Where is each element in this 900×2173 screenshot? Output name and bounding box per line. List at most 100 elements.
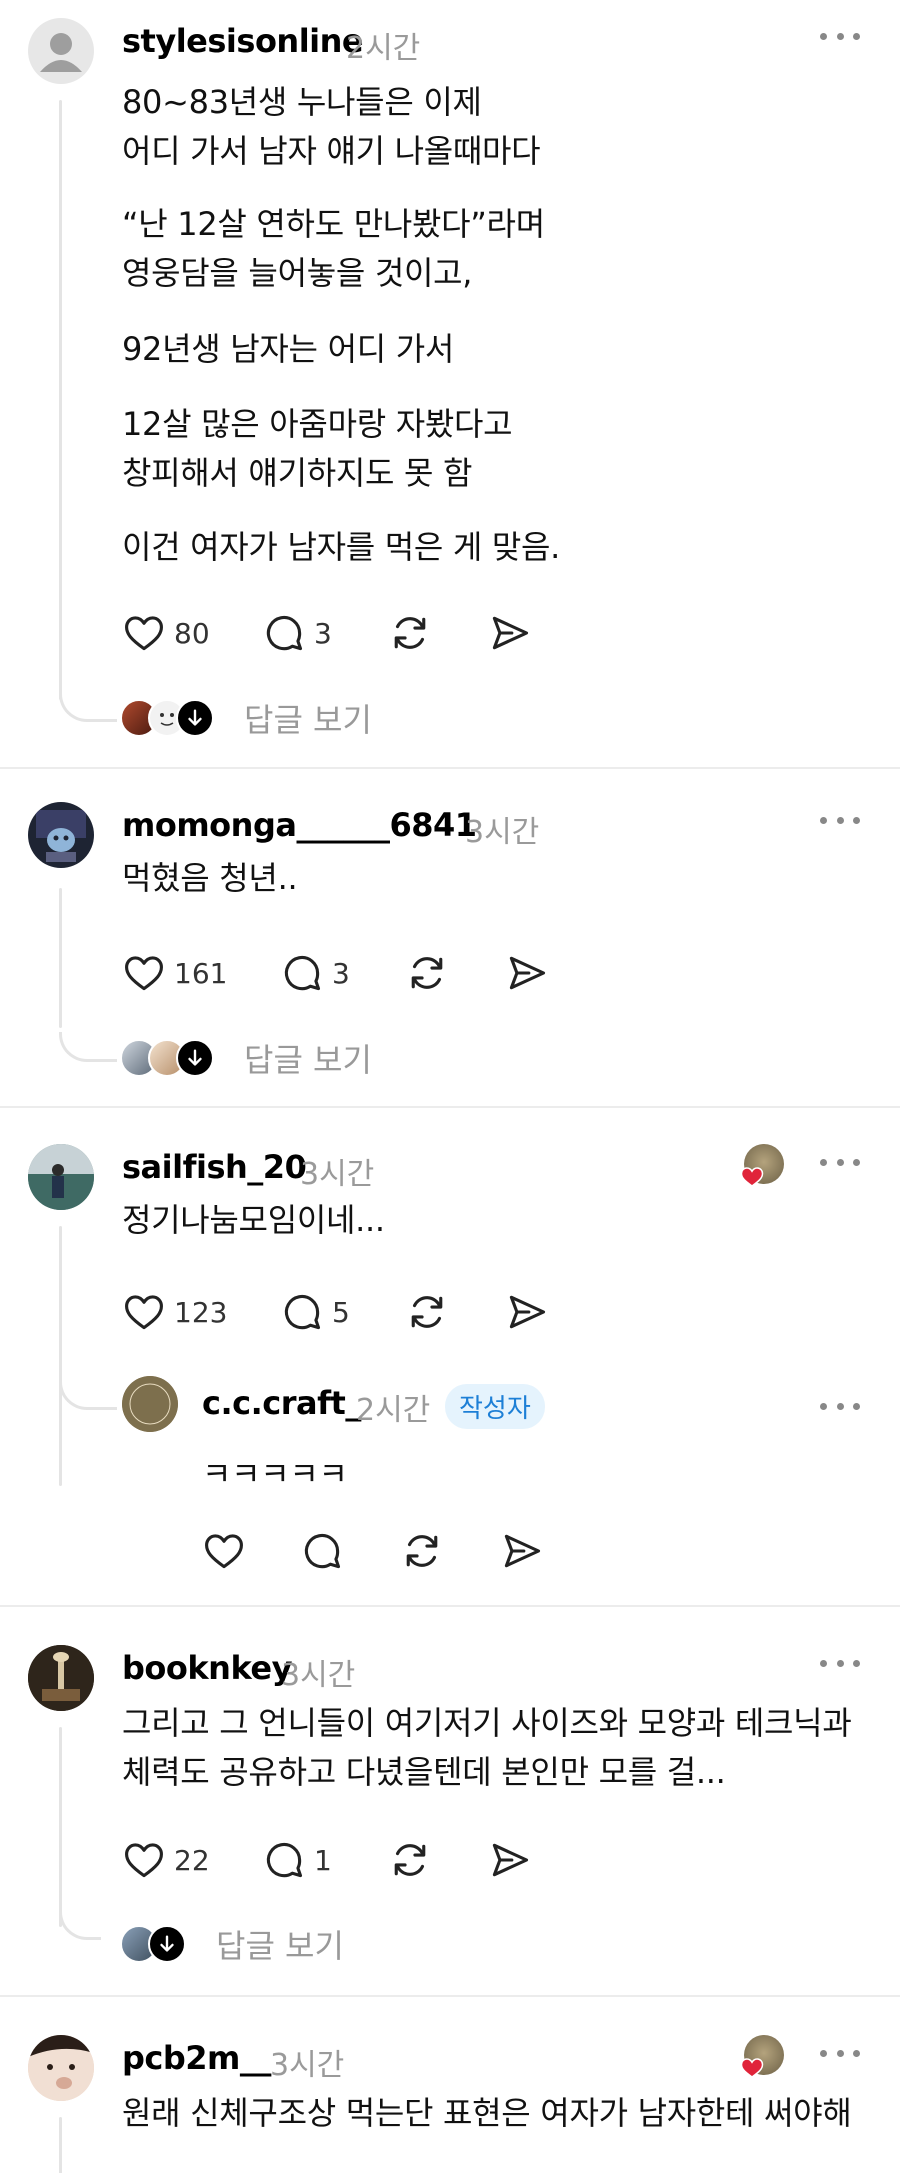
send-icon xyxy=(504,1534,541,1568)
reply-text: ㅋㅋㅋㅋㅋ xyxy=(202,1455,348,1493)
like-count: 80 xyxy=(174,616,210,650)
username[interactable]: sailfish_20 xyxy=(122,1148,307,1186)
reply-author-avatar[interactable] xyxy=(122,1376,178,1432)
arrow-down-icon xyxy=(188,1049,202,1066)
more-options-button[interactable] xyxy=(820,2043,860,2063)
share-button[interactable] xyxy=(505,1288,549,1336)
more-options-button[interactable] xyxy=(820,810,860,830)
thread-line xyxy=(59,100,62,700)
reply-username[interactable]: c.c.craft_ xyxy=(202,1384,361,1422)
more-dots-icon xyxy=(820,1659,827,1667)
post-text: 80~83년생 누나들은 이제 어디 가서 남자 얘기 나올때마다 xyxy=(122,83,541,170)
speech-bubble-icon xyxy=(266,615,303,651)
more-options-button[interactable] xyxy=(820,26,860,46)
username[interactable]: pcb2m__ xyxy=(122,2039,271,2077)
profile-picture xyxy=(28,1144,94,1210)
username[interactable]: momonga______6841 xyxy=(122,806,477,844)
post-text: 먹혔음 청년.. xyxy=(122,859,298,897)
view-replies-button[interactable]: 답글 보기 xyxy=(120,1036,372,1080)
more-dots-icon xyxy=(820,816,827,824)
reply-more-button xyxy=(148,1925,186,1963)
avatar[interactable] xyxy=(28,802,94,868)
more-dots-icon xyxy=(820,32,827,40)
send-icon xyxy=(509,1295,546,1329)
view-replies-button[interactable]: 답글 보기 xyxy=(120,1922,344,1966)
heart-outline-icon xyxy=(125,956,163,991)
post-text: 정기나눔모임이네... xyxy=(122,1201,385,1239)
comment-count: 5 xyxy=(332,1295,350,1329)
more-options-button[interactable] xyxy=(820,1396,860,1416)
reply-action-bar xyxy=(202,1527,562,1575)
post-text: “난 12살 연하도 만나봤다”라며 영웅담을 늘어놓을 것이고, xyxy=(122,205,545,292)
repost-button[interactable] xyxy=(388,1836,432,1884)
share-button[interactable] xyxy=(500,1527,544,1575)
heart-outline-icon xyxy=(125,1295,163,1330)
speech-bubble-icon xyxy=(304,1533,341,1569)
divider xyxy=(0,767,900,769)
view-replies-label: 답글 보기 xyxy=(216,1927,344,1965)
author-liked-badge xyxy=(740,2035,784,2079)
reply-more-button xyxy=(176,1039,214,1077)
arrow-down-icon xyxy=(188,709,202,726)
comment-button[interactable]: 5 xyxy=(280,1288,350,1336)
more-options-button[interactable] xyxy=(820,1653,860,1673)
comment-button[interactable]: 3 xyxy=(262,609,332,657)
repost-button[interactable] xyxy=(400,1527,444,1575)
timestamp: 3시간 xyxy=(281,1658,356,1693)
share-button[interactable] xyxy=(488,1836,532,1884)
like-button[interactable]: 161 xyxy=(122,949,227,997)
profile-picture xyxy=(28,1645,94,1711)
action-bar: 22 1 xyxy=(122,1836,542,1884)
like-button[interactable]: 123 xyxy=(122,1288,227,1336)
heart-outline-icon xyxy=(125,616,163,651)
post-text: 원래 신체구조상 먹는단 표현은 여자가 남자한테 써야해 xyxy=(122,2094,852,2132)
repost-button[interactable] xyxy=(405,949,449,997)
more-dots-icon xyxy=(820,2049,827,2057)
post-text: 그리고 그 언니들이 여기저기 사이즈와 모양과 테크닉과 체력도 공유하고 다녔… xyxy=(122,1704,852,1791)
share-button[interactable] xyxy=(488,609,532,657)
username[interactable]: stylesisonline xyxy=(122,22,364,60)
repost-button[interactable] xyxy=(405,1288,449,1336)
author-badge: 작성자 xyxy=(445,1384,545,1429)
comment-post: sailfish_20 3시간 정기나눔모임이네... 123 5 c.c.cr… xyxy=(0,1108,900,1608)
comment-button[interactable]: 1 xyxy=(262,1836,332,1884)
username[interactable]: booknkey xyxy=(122,1649,292,1687)
post-text: 92년생 남자는 어디 가서 xyxy=(122,330,454,368)
avatar[interactable] xyxy=(28,1144,94,1210)
avatar[interactable] xyxy=(28,18,94,84)
comment-count: 3 xyxy=(332,956,350,990)
like-button[interactable] xyxy=(202,1527,246,1575)
thread-line xyxy=(59,1727,62,1927)
repost-icon xyxy=(411,957,443,989)
avatar[interactable] xyxy=(28,1645,94,1711)
post-text: 12살 많은 아줌마랑 자봤다고 창피해서 얘기하지도 못 함 xyxy=(122,405,513,492)
like-button[interactable]: 80 xyxy=(122,609,210,657)
profile-picture xyxy=(122,1376,178,1432)
more-options-button[interactable] xyxy=(820,1152,860,1172)
speech-bubble-icon xyxy=(284,955,321,991)
repost-button[interactable] xyxy=(388,609,432,657)
share-button[interactable] xyxy=(505,949,549,997)
view-replies-button[interactable]: 답글 보기 xyxy=(120,696,372,740)
send-icon xyxy=(492,1843,529,1877)
like-button[interactable]: 22 xyxy=(122,1836,210,1884)
more-dots-icon xyxy=(820,1402,827,1410)
timestamp: 2시간 xyxy=(346,31,421,66)
view-replies-label: 답글 보기 xyxy=(244,1041,372,1079)
comment-button[interactable] xyxy=(300,1527,344,1575)
speech-bubble-icon xyxy=(284,1294,321,1330)
comment-button[interactable]: 3 xyxy=(280,949,350,997)
timestamp: 3시간 xyxy=(465,815,540,850)
action-bar: 123 5 xyxy=(122,1288,562,1336)
author-liked-badge xyxy=(740,1144,784,1188)
view-replies-label: 답글 보기 xyxy=(244,701,372,739)
repost-icon xyxy=(411,1296,443,1328)
like-count: 161 xyxy=(174,956,228,990)
repost-icon xyxy=(394,617,426,649)
comment-post: momonga______6841 3시간 먹혔음 청년.. 161 3 답글 … xyxy=(0,770,900,1108)
repost-icon xyxy=(406,1535,438,1567)
send-icon xyxy=(492,616,529,650)
avatar[interactable] xyxy=(28,2035,94,2101)
like-count: 22 xyxy=(174,1843,210,1877)
comment-post: stylesisonline 2시간 80~83년생 누나들은 이제 어디 가서 … xyxy=(0,0,900,770)
